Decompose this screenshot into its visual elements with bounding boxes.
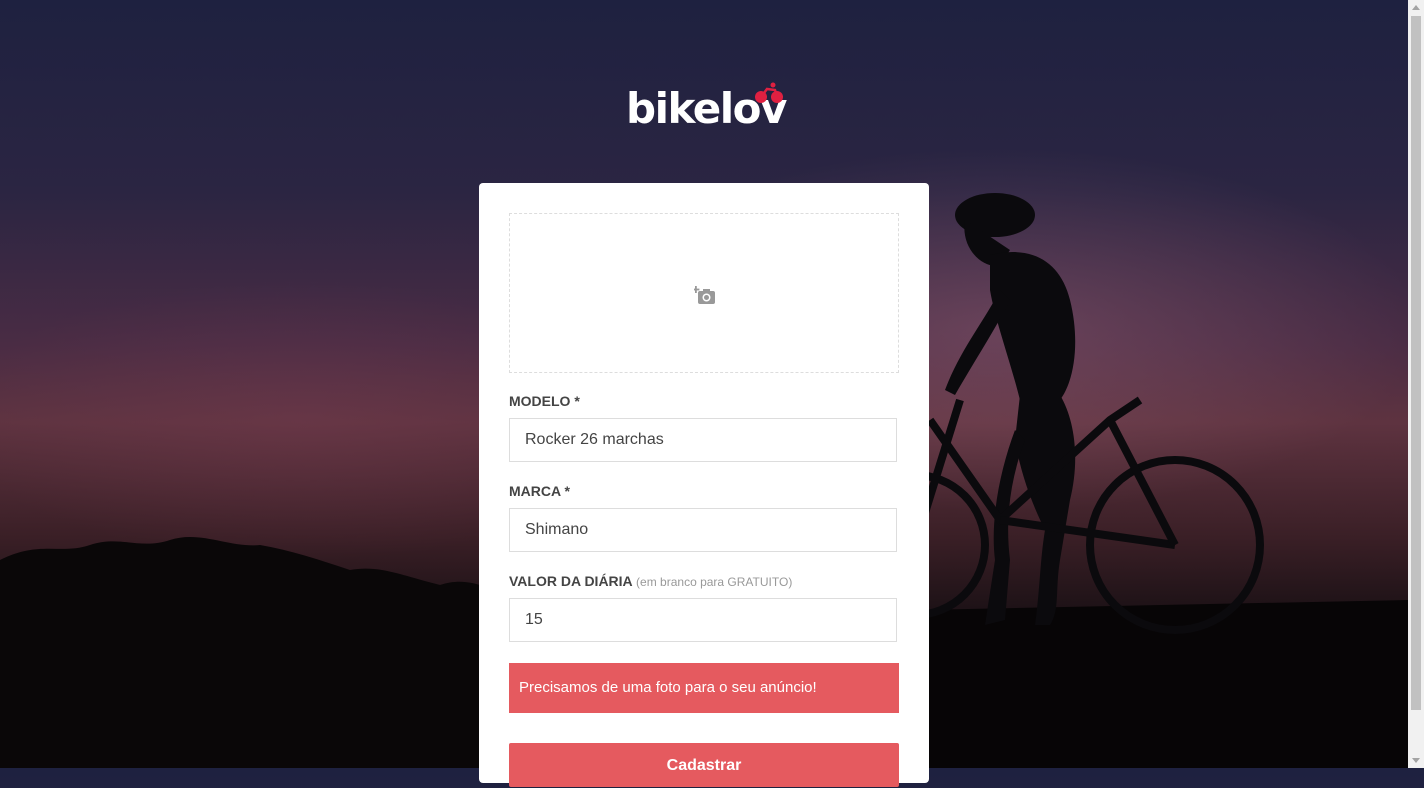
new-bike-form-card: MODELO * MARCA * VALOR DA DIÁRIA (em bra… — [479, 183, 929, 787]
cadastrar-button[interactable]: Cadastrar — [509, 743, 899, 787]
bicycle-icon — [755, 82, 783, 103]
modelo-label: MODELO * — [509, 393, 580, 409]
photo-upload-dropzone[interactable] — [509, 213, 899, 373]
valor-label: VALOR DA DIÁRIA (em branco para GRATUITO… — [509, 573, 792, 589]
modelo-input[interactable] — [509, 418, 897, 462]
valor-hint: (em branco para GRATUITO) — [636, 575, 793, 589]
valor-input[interactable] — [509, 598, 897, 642]
scrollbar[interactable] — [1408, 0, 1424, 768]
scroll-up-arrow-icon[interactable] — [1412, 5, 1420, 10]
marca-label: MARCA * — [509, 483, 570, 499]
marca-input[interactable] — [509, 508, 897, 552]
valor-label-text: VALOR DA DIÁRIA — [509, 573, 633, 589]
scrollbar-thumb[interactable] — [1411, 16, 1421, 710]
bikelov-logo: bikelov — [626, 82, 787, 132]
scroll-down-arrow-icon[interactable] — [1412, 758, 1420, 763]
error-message: Precisamos de uma foto para o seu anúnci… — [509, 663, 899, 713]
add-photo-icon — [694, 286, 715, 304]
